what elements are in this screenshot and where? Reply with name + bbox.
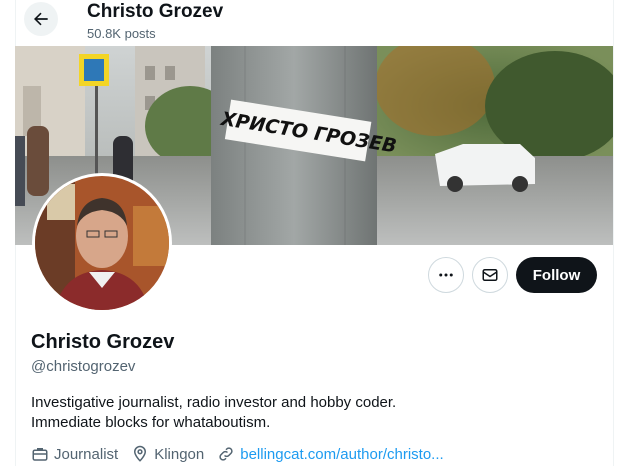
back-button[interactable] [24, 2, 58, 36]
profession-item: Journalist [31, 445, 118, 463]
more-options-button[interactable] [428, 257, 464, 293]
location-pin-icon [134, 445, 147, 462]
link-icon [219, 447, 233, 461]
message-button[interactable] [472, 257, 508, 293]
profile-meta: Journalist Klingon bellingcat.com/author… [31, 444, 457, 464]
location-item: Klingon [131, 445, 204, 463]
envelope-icon [482, 269, 498, 281]
avatar[interactable] [32, 173, 172, 313]
location-label: Klingon [154, 445, 205, 463]
bio-line: Immediate blocks for whataboutism. [31, 414, 271, 431]
column-border-right [613, 0, 614, 466]
handle: @christogrozev [31, 358, 136, 375]
avatar-photo [35, 176, 169, 310]
more-horizontal-icon [439, 273, 453, 277]
profile-header: Christo Grozev 50.8K posts [15, 0, 613, 46]
briefcase-icon [32, 448, 48, 461]
website-item[interactable]: bellingcat.com/author/christo... [217, 445, 444, 463]
header-name: Christo Grozev [87, 1, 224, 22]
bio-line: Investigative journalist, radio investor… [31, 394, 397, 411]
arrow-left-icon [34, 12, 48, 26]
bio: Investigative journalist, radio investor… [31, 393, 571, 433]
post-count: 50.8K posts [87, 26, 156, 41]
display-name: Christo Grozev [31, 331, 175, 353]
website-link[interactable]: bellingcat.com/author/christo... [240, 446, 443, 463]
follow-button[interactable]: Follow [516, 257, 597, 293]
profession-label: Journalist [54, 445, 119, 463]
